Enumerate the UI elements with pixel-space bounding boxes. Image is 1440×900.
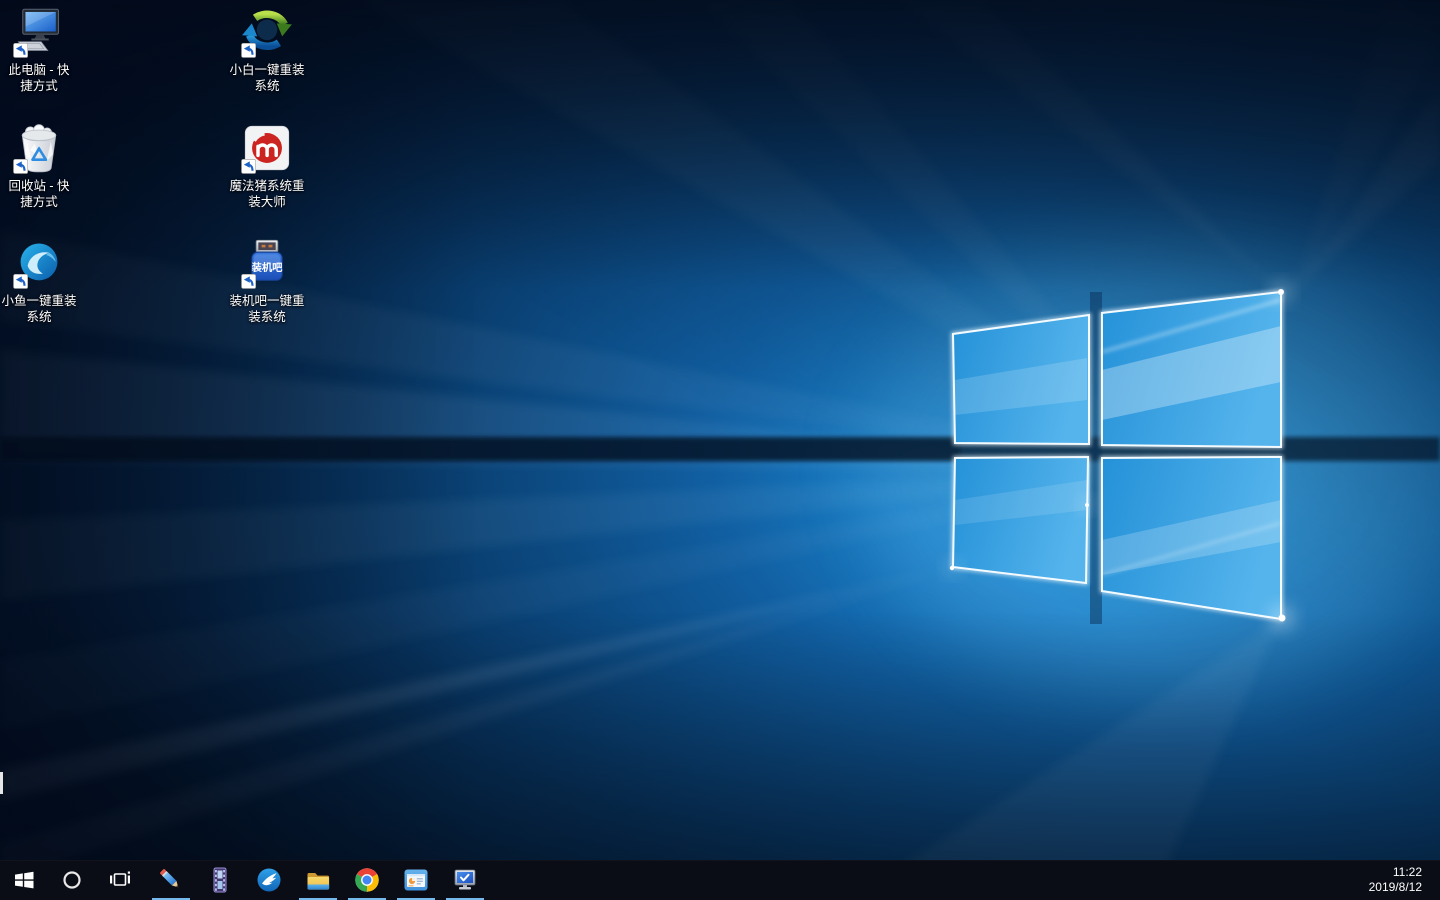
desktop-icon-label: 装机吧一键重装系统 (229, 293, 305, 325)
desktop-icon-xiaoyu-reinstall[interactable]: 小鱼一键重装系统 (1, 237, 77, 325)
computer-check-icon (451, 866, 479, 894)
left-edge-artifact (0, 772, 3, 794)
task-view-button[interactable] (96, 860, 144, 900)
desktop-icon-label: 回收站 - 快捷方式 (1, 178, 77, 210)
usb-icon-text: 装机吧 (251, 261, 284, 274)
desktop-icon-this-pc[interactable]: 此电脑 - 快捷方式 (1, 6, 77, 94)
monitor-keyboard-icon (13, 6, 65, 58)
taskbar-app-chrome[interactable] (342, 860, 391, 900)
search-button[interactable] (48, 860, 96, 900)
taskbar-app-pc-check[interactable] (440, 860, 489, 900)
taskbar-app-file-explorer[interactable] (293, 860, 342, 900)
taskbar-app-system-info[interactable] (391, 860, 440, 900)
start-button[interactable] (0, 860, 48, 900)
desktop-icon-zhuangjiba-reinstall[interactable]: 装机吧 装机吧一键重装系统 (229, 237, 305, 325)
bird-wing-icon (255, 866, 283, 894)
search-circle-icon (60, 868, 84, 892)
clock-time: 11:22 (1369, 865, 1422, 880)
recycle-bin-icon (13, 122, 65, 174)
red-m-ring-icon (241, 122, 293, 174)
desktop: 此电脑 - 快捷方式 小白一键重装系统 (0, 0, 1440, 900)
desktop-icon-xiaobai-reinstall[interactable]: 小白一键重装系统 (229, 6, 305, 94)
system-tray: 11:22 2019/8/12 (1369, 860, 1440, 900)
clock-date: 2019/8/12 (1369, 880, 1422, 895)
chrome-icon (353, 866, 381, 894)
blue-wave-icon (13, 237, 65, 289)
taskbar-app-video-player[interactable] (195, 860, 244, 900)
desktop-icon-label: 小白一键重装系统 (229, 62, 305, 94)
system-window-icon (402, 866, 430, 894)
taskbar-clock[interactable]: 11:22 2019/8/12 (1369, 865, 1440, 895)
desktop-icon-mofazhu-reinstall[interactable]: 魔法猪系统重装大师 (229, 122, 305, 210)
usb-drive-icon: 装机吧 (241, 237, 293, 289)
desktop-icon-label: 魔法猪系统重装大师 (229, 178, 305, 210)
taskbar: 11:22 2019/8/12 (0, 860, 1440, 900)
desktop-icon-label: 小鱼一键重装系统 (1, 293, 77, 325)
sync-arrows-icon (241, 6, 293, 58)
taskbar-app-thunder[interactable] (244, 860, 293, 900)
taskbar-app-pencil[interactable] (146, 860, 195, 900)
pencil-icon (157, 866, 185, 894)
folder-icon (304, 866, 332, 894)
desktop-icon-recycle-bin[interactable]: 回收站 - 快捷方式 (1, 122, 77, 210)
desktop-icon-label: 此电脑 - 快捷方式 (1, 62, 77, 94)
filmstrip-icon (206, 866, 234, 894)
wallpaper (0, 0, 1440, 900)
task-view-icon (108, 868, 132, 892)
windows-start-icon (12, 868, 36, 892)
